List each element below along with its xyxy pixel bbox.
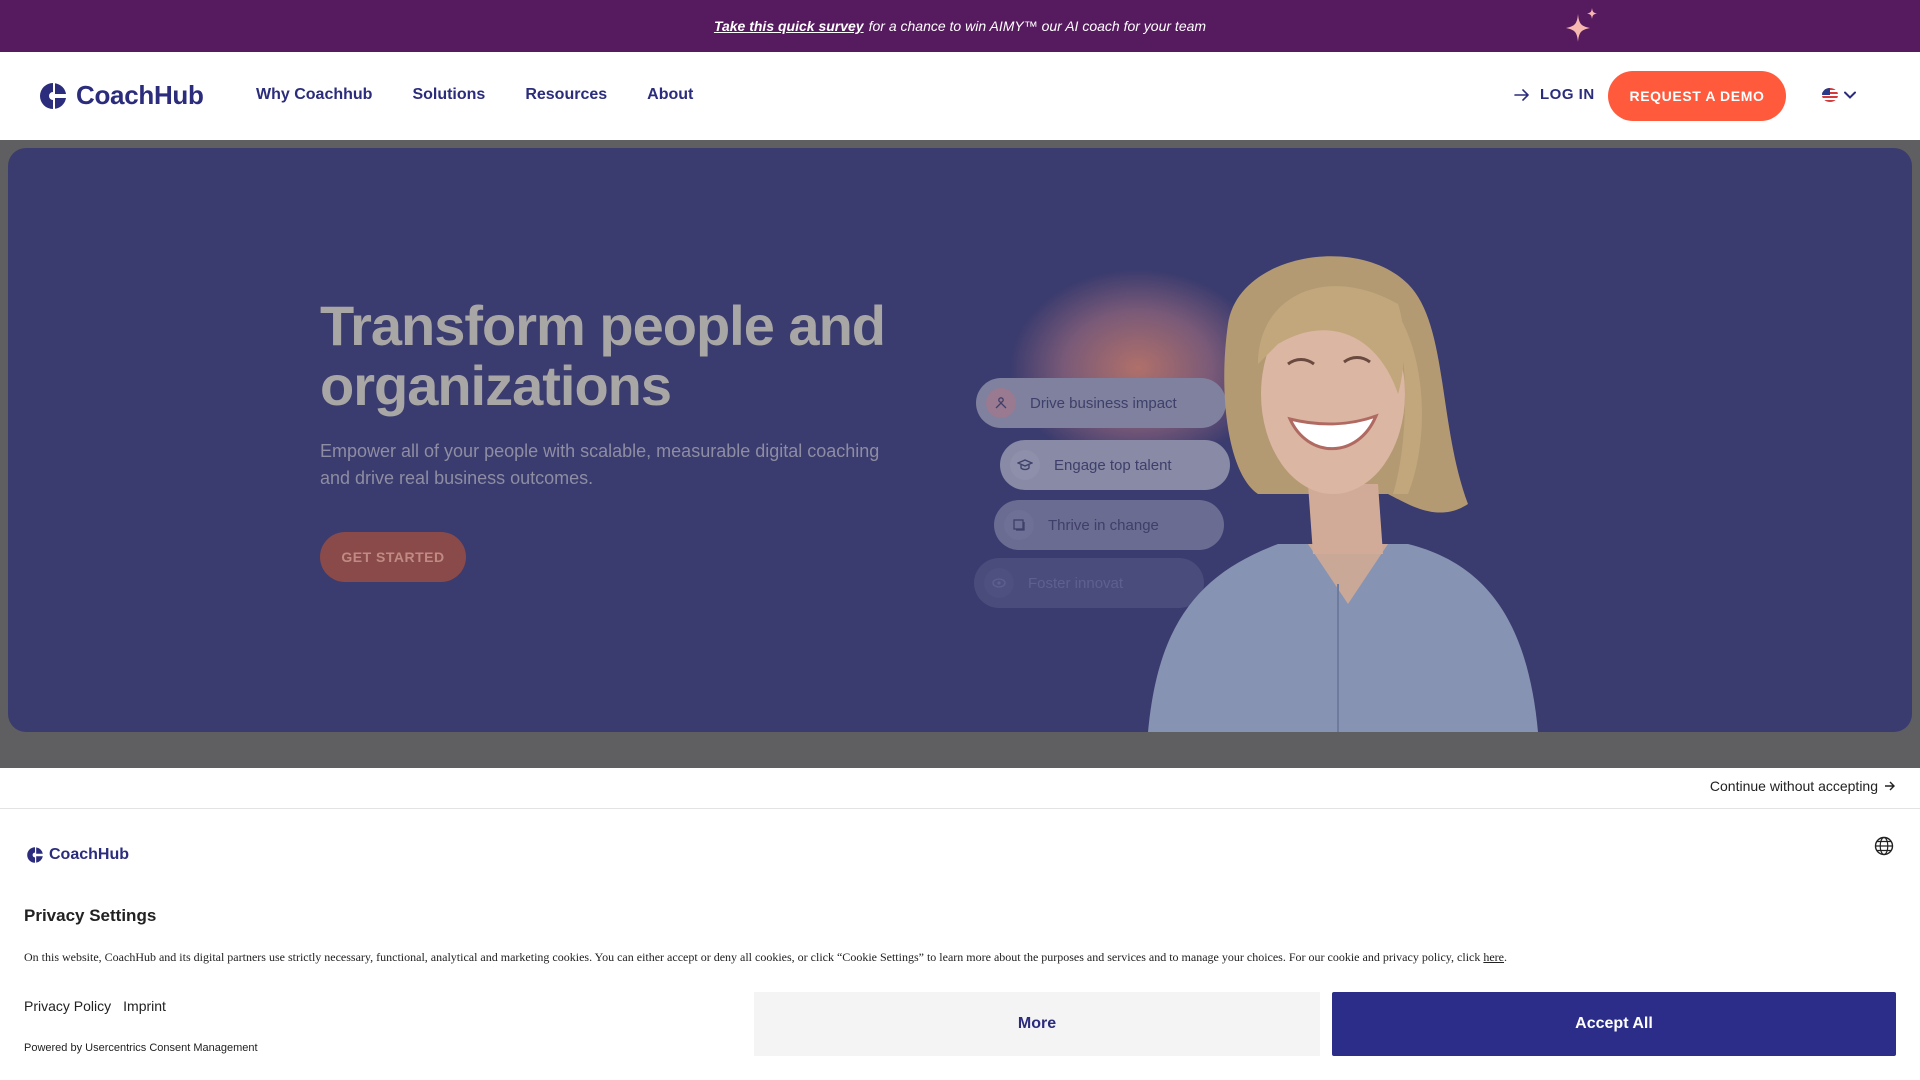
privacy-settings-title: Privacy Settings bbox=[24, 906, 157, 925]
survey-link[interactable]: Take this quick survey bbox=[714, 18, 864, 34]
coachhub-logo-icon bbox=[27, 847, 43, 863]
sparkle-icon bbox=[1566, 8, 1597, 42]
privacy-text: On this website, CoachHub and its digita… bbox=[24, 950, 1481, 964]
layers-icon bbox=[1004, 510, 1034, 540]
login-link[interactable]: LOG IN bbox=[1514, 86, 1595, 103]
coachhub-logo[interactable]: CoachHub bbox=[38, 80, 204, 111]
nav-about[interactable]: About bbox=[647, 86, 693, 104]
cookie-brand-text: CoachHub bbox=[49, 846, 129, 863]
logo-text: CoachHub bbox=[76, 80, 204, 110]
eye-icon bbox=[984, 568, 1014, 598]
arrow-right-icon bbox=[1885, 781, 1895, 791]
cookie-brand-logo: CoachHub bbox=[26, 846, 129, 864]
promo-banner: Take this quick survey for a chance to w… bbox=[0, 0, 1920, 52]
hero-title: Transform people and organizations bbox=[320, 294, 886, 417]
hero-section: Transform people and organizations Empow… bbox=[8, 148, 1912, 732]
graduation-cap-icon bbox=[1010, 450, 1040, 480]
globe-icon[interactable] bbox=[1874, 836, 1894, 856]
promo-text: for a chance to win AIMY™ our AI coach f… bbox=[868, 18, 1207, 34]
us-flag-icon bbox=[1822, 88, 1838, 102]
more-button[interactable]: More bbox=[754, 992, 1320, 1056]
privacy-policy-link[interactable]: Privacy Policy bbox=[24, 998, 111, 1014]
hero-subtitle: Empower all of your people with scalable… bbox=[320, 441, 880, 488]
divider bbox=[0, 808, 1920, 809]
hero-person-image bbox=[1148, 256, 1538, 732]
nav-solutions[interactable]: Solutions bbox=[412, 86, 485, 104]
accept-all-button[interactable]: Accept All bbox=[1332, 992, 1896, 1056]
coachhub-logo-icon bbox=[40, 82, 66, 109]
arrow-right-icon bbox=[1514, 88, 1529, 101]
cookie-consent-panel: Continue without accepting CoachHub Priv… bbox=[0, 768, 1920, 1080]
privacy-here-link[interactable]: here bbox=[1483, 950, 1504, 964]
continue-label: Continue without accepting bbox=[1709, 778, 1878, 794]
imprint-link[interactable]: Imprint bbox=[123, 998, 166, 1014]
continue-without-accepting-link[interactable]: Continue without accepting bbox=[1710, 778, 1896, 794]
nav-resources[interactable]: Resources bbox=[525, 86, 607, 104]
nav-why-coachhub[interactable]: Why Coachhub bbox=[256, 86, 372, 104]
site-header: CoachHub Why Coachhub Solutions Resource… bbox=[0, 52, 1920, 140]
main-nav: Why Coachhub Solutions Resources About bbox=[256, 86, 693, 104]
login-label: LOG IN bbox=[1540, 86, 1595, 103]
privacy-description: On this website, CoachHub and its digita… bbox=[24, 950, 1508, 964]
powered-by-text: Powered by Usercentrics Consent Manageme… bbox=[24, 1042, 258, 1054]
language-selector[interactable] bbox=[1822, 88, 1856, 102]
get-started-button[interactable]: GET STARTED bbox=[320, 532, 466, 582]
cookie-links: Privacy Policy Imprint bbox=[24, 998, 166, 1014]
request-demo-button[interactable]: REQUEST A DEMO bbox=[1608, 71, 1786, 121]
people-network-icon bbox=[986, 388, 1016, 418]
chevron-down-icon bbox=[1844, 91, 1856, 99]
